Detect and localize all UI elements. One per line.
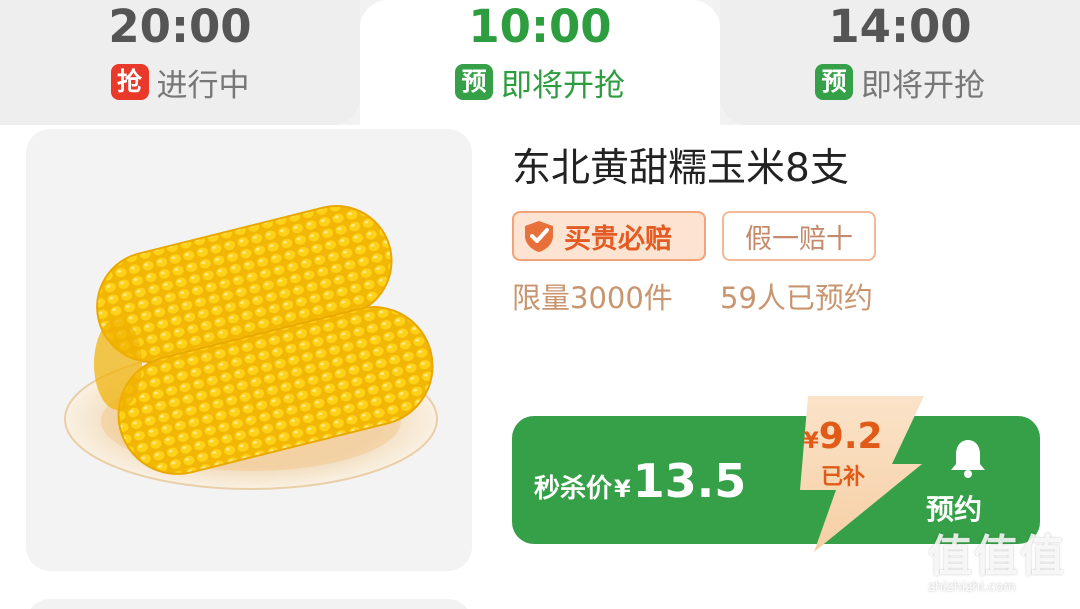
subsidy-currency: ¥: [803, 429, 819, 454]
bell-icon[interactable]: [946, 436, 990, 480]
product-image[interactable]: [26, 129, 472, 571]
next-product-card[interactable]: [26, 599, 472, 609]
subsidy-label: 已补: [820, 465, 865, 490]
tab-2000[interactable]: 20:00 抢 进行中: [0, 0, 360, 125]
flash-price: 秒杀价 ¥ 13.5: [534, 454, 746, 508]
guarantee-tag: 买贵必赔: [512, 211, 706, 261]
product-card[interactable]: 东北黄甜糯玉米8支 买贵必赔 假一赔十 限量3000件 59人已预约 秒杀价 ¥…: [0, 125, 1080, 609]
preorder-badge: 预: [815, 64, 853, 100]
tab-status-label: 进行中: [156, 67, 250, 104]
subsidy-amount: ¥9.2: [798, 416, 888, 457]
shield-check-icon: [525, 221, 553, 252]
tab-1000[interactable]: 10:00 预 即将开抢: [360, 0, 720, 125]
tab-status-label: 即将开抢: [861, 67, 985, 104]
tab-status: 预 即将开抢: [720, 62, 1080, 104]
tab-status: 预 即将开抢: [360, 62, 720, 104]
corn-image-icon: [64, 204, 438, 490]
price-currency: ¥: [614, 475, 631, 503]
time-tabs: 20:00 抢 进行中 10:00 预 即将开抢 14:00 预 即将开抢: [0, 0, 1080, 125]
tab-time: 14:00: [828, 0, 972, 53]
price-value: 13.5: [632, 454, 747, 508]
tab-status-label: 即将开抢: [501, 67, 625, 104]
fake-compensation-tag: 假一赔十: [722, 211, 876, 261]
tab-time: 20:00: [108, 0, 252, 53]
subsidy-value: 9.2: [818, 416, 883, 457]
grab-badge: 抢: [110, 64, 149, 100]
guarantee-label: 买贵必赔: [564, 223, 672, 255]
tab-time: 10:00: [468, 0, 612, 53]
reserved-count: 59人已预约: [720, 281, 873, 315]
subsidy: ¥9.2 已补: [798, 416, 888, 491]
reserve-button[interactable]: 预约: [926, 488, 982, 528]
tab-status: 抢 进行中: [0, 62, 360, 104]
price-bar[interactable]: 秒杀价 ¥ 13.5 ¥9.2 已补 预约: [512, 396, 1040, 552]
tab-1400[interactable]: 14:00 预 即将开抢: [720, 0, 1080, 125]
product-title[interactable]: 东北黄甜糯玉米8支: [512, 137, 849, 193]
preorder-badge: 预: [455, 64, 493, 100]
limit-quantity: 限量3000件: [512, 281, 673, 315]
price-label: 秒杀价: [534, 474, 613, 504]
